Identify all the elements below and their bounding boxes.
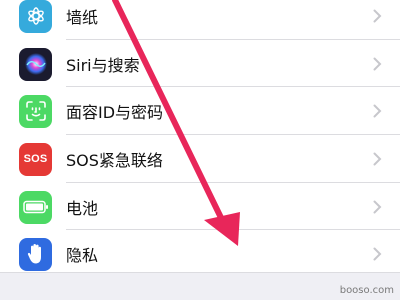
battery-icon bbox=[19, 190, 52, 224]
settings-row-label: 面容ID与密码 bbox=[66, 103, 164, 122]
settings-row-emergency-sos[interactable]: SOS SOS紧急联络 bbox=[0, 135, 400, 183]
settings-row-wallpaper[interactable]: 墙纸 bbox=[0, 0, 400, 40]
privacy-hand-icon bbox=[19, 237, 52, 271]
watermark-text: booso.com bbox=[339, 285, 394, 296]
chevron-right-icon bbox=[373, 200, 382, 214]
settings-row-label: 电池 bbox=[66, 199, 99, 218]
chevron-right-icon bbox=[373, 247, 382, 261]
chevron-right-icon bbox=[373, 152, 382, 166]
settings-list: 墙纸 Siri与搜索 面容ID与密码 SOS SOS紧急联络 电池 隐私 bbox=[0, 0, 400, 272]
face-id-icon bbox=[19, 94, 52, 128]
settings-row-label: SOS紧急联络 bbox=[66, 151, 163, 170]
settings-screen: 墙纸 Siri与搜索 面容ID与密码 SOS SOS紧急联络 电池 隐私 boo… bbox=[0, 0, 400, 300]
sos-icon-text: SOS bbox=[23, 153, 48, 165]
settings-row-battery[interactable]: 电池 bbox=[0, 183, 400, 231]
chevron-right-icon bbox=[373, 57, 382, 71]
siri-icon bbox=[19, 47, 52, 81]
chevron-right-icon bbox=[373, 9, 382, 23]
settings-row-label: 隐私 bbox=[66, 246, 99, 265]
sos-icon: SOS bbox=[19, 142, 52, 176]
wallpaper-icon bbox=[19, 0, 52, 33]
settings-row-siri[interactable]: Siri与搜索 bbox=[0, 40, 400, 88]
chevron-right-icon bbox=[373, 104, 382, 118]
settings-row-face-id[interactable]: 面容ID与密码 bbox=[0, 87, 400, 135]
settings-row-privacy[interactable]: 隐私 bbox=[0, 230, 400, 278]
settings-row-label: 墙纸 bbox=[66, 8, 99, 27]
settings-row-label: Siri与搜索 bbox=[66, 56, 140, 75]
